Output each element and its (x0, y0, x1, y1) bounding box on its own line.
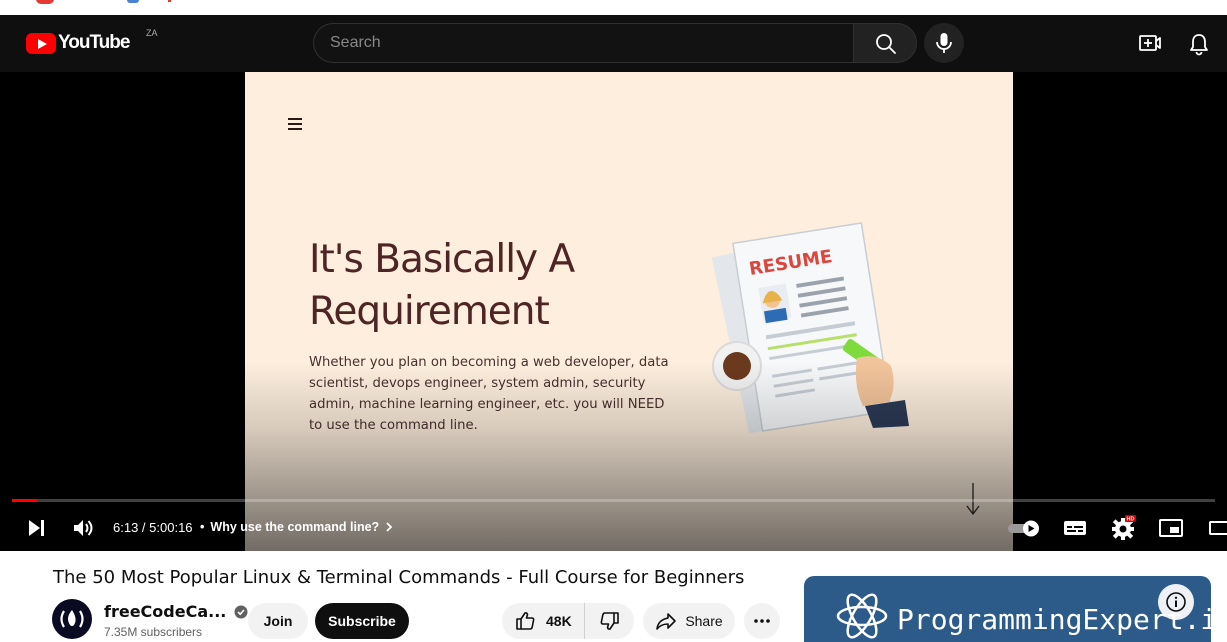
chevron-right-icon (386, 522, 393, 532)
menu-icon (288, 118, 302, 130)
time-current: 6:13 (113, 520, 139, 535)
player-controls: 6:13 / 5:00:16 • Why use the command lin… (0, 508, 1227, 548)
atom-icon (836, 593, 888, 639)
browser-strip (0, 0, 1227, 15)
verified-icon (234, 605, 248, 618)
chapter-separator: • (200, 520, 205, 534)
miniplayer-icon (1159, 519, 1183, 537)
video-title: The 50 Most Popular Linux & Terminal Com… (53, 567, 745, 588)
dislike-icon (600, 612, 619, 630)
mic-icon (936, 33, 952, 53)
country-code: ZA (146, 28, 158, 38)
youtube-logo[interactable]: YouTube ZA (26, 28, 158, 54)
hd-badge: HD (1127, 517, 1135, 523)
video-player[interactable]: It's Basically A Requirement Whether you… (0, 72, 1227, 551)
create-button[interactable] (1136, 31, 1164, 55)
time-separator: / (138, 520, 150, 535)
like-button[interactable]: 48K (502, 603, 585, 639)
more-icon (754, 619, 770, 623)
time-total: 5:00:16 (149, 520, 193, 535)
volume-icon (74, 520, 93, 536)
settings-icon: HD (1112, 515, 1136, 540)
channel-name-link[interactable]: freeCodeCa... (104, 602, 248, 621)
browser-tab-fragment (127, 0, 139, 3)
voice-search-button[interactable] (924, 23, 964, 63)
browser-tab-fragment (168, 0, 171, 2)
join-button[interactable]: Join (248, 603, 308, 639)
time-display: 6:13 / 5:00:16 (113, 520, 193, 535)
like-dislike-group: 48K (502, 603, 634, 639)
more-actions-button[interactable] (744, 603, 780, 639)
like-count: 48K (546, 613, 572, 629)
resume-illustration: RESUME (711, 222, 909, 434)
bell-icon (1190, 34, 1208, 56)
settings-button[interactable]: HD (1109, 514, 1137, 542)
slide-title: It's Basically A Requirement (309, 234, 669, 338)
like-icon (516, 612, 535, 630)
channel-avatar[interactable] (52, 599, 92, 639)
info-icon (1166, 592, 1186, 612)
progress-bar[interactable] (12, 499, 1215, 502)
volume-button[interactable] (69, 514, 97, 542)
create-icon (1139, 35, 1161, 51)
subscriber-count: 7.35M subscribers (104, 625, 203, 639)
captions-icon (1064, 521, 1086, 535)
next-icon (29, 520, 44, 536)
share-icon (656, 613, 677, 630)
subscribe-button[interactable]: Subscribe (315, 603, 409, 639)
search-button[interactable] (853, 23, 917, 63)
logo-text: YouTube (58, 32, 130, 53)
theater-icon (1209, 521, 1227, 535)
autoplay-toggle[interactable] (1006, 514, 1042, 542)
ad-banner[interactable]: ProgrammingExpert.io (804, 576, 1211, 642)
dislike-button[interactable] (586, 603, 634, 639)
slide-title-line: It's Basically A (309, 237, 575, 282)
notifications-button[interactable] (1186, 31, 1212, 57)
chapter-title: Why use the command line? (210, 520, 380, 534)
theater-button[interactable] (1206, 514, 1227, 542)
masthead: YouTube ZA (0, 15, 1227, 72)
share-label: Share (685, 613, 723, 629)
share-button[interactable]: Share (643, 603, 735, 639)
freecodecamp-logo-icon (60, 610, 84, 628)
slide-body: Whether you plan on becoming a web devel… (309, 355, 669, 433)
progress-played (12, 499, 37, 502)
browser-tab-fragment (36, 0, 54, 4)
video-frame: It's Basically A Requirement Whether you… (245, 72, 1013, 551)
slide-title-line: Requirement (309, 289, 550, 334)
search-box (313, 23, 854, 63)
captions-button[interactable] (1061, 514, 1089, 542)
next-button[interactable] (22, 514, 50, 542)
autoplay-toggle-icon (1008, 520, 1039, 537)
youtube-logo-icon (26, 32, 56, 54)
search-input[interactable] (314, 24, 854, 62)
miniplayer-button[interactable] (1157, 514, 1185, 542)
search-icon (876, 34, 896, 54)
channel-name: freeCodeCa... (104, 602, 227, 621)
chapter-button[interactable]: • Why use the command line? (200, 520, 396, 534)
ad-info-button[interactable] (1158, 584, 1194, 620)
